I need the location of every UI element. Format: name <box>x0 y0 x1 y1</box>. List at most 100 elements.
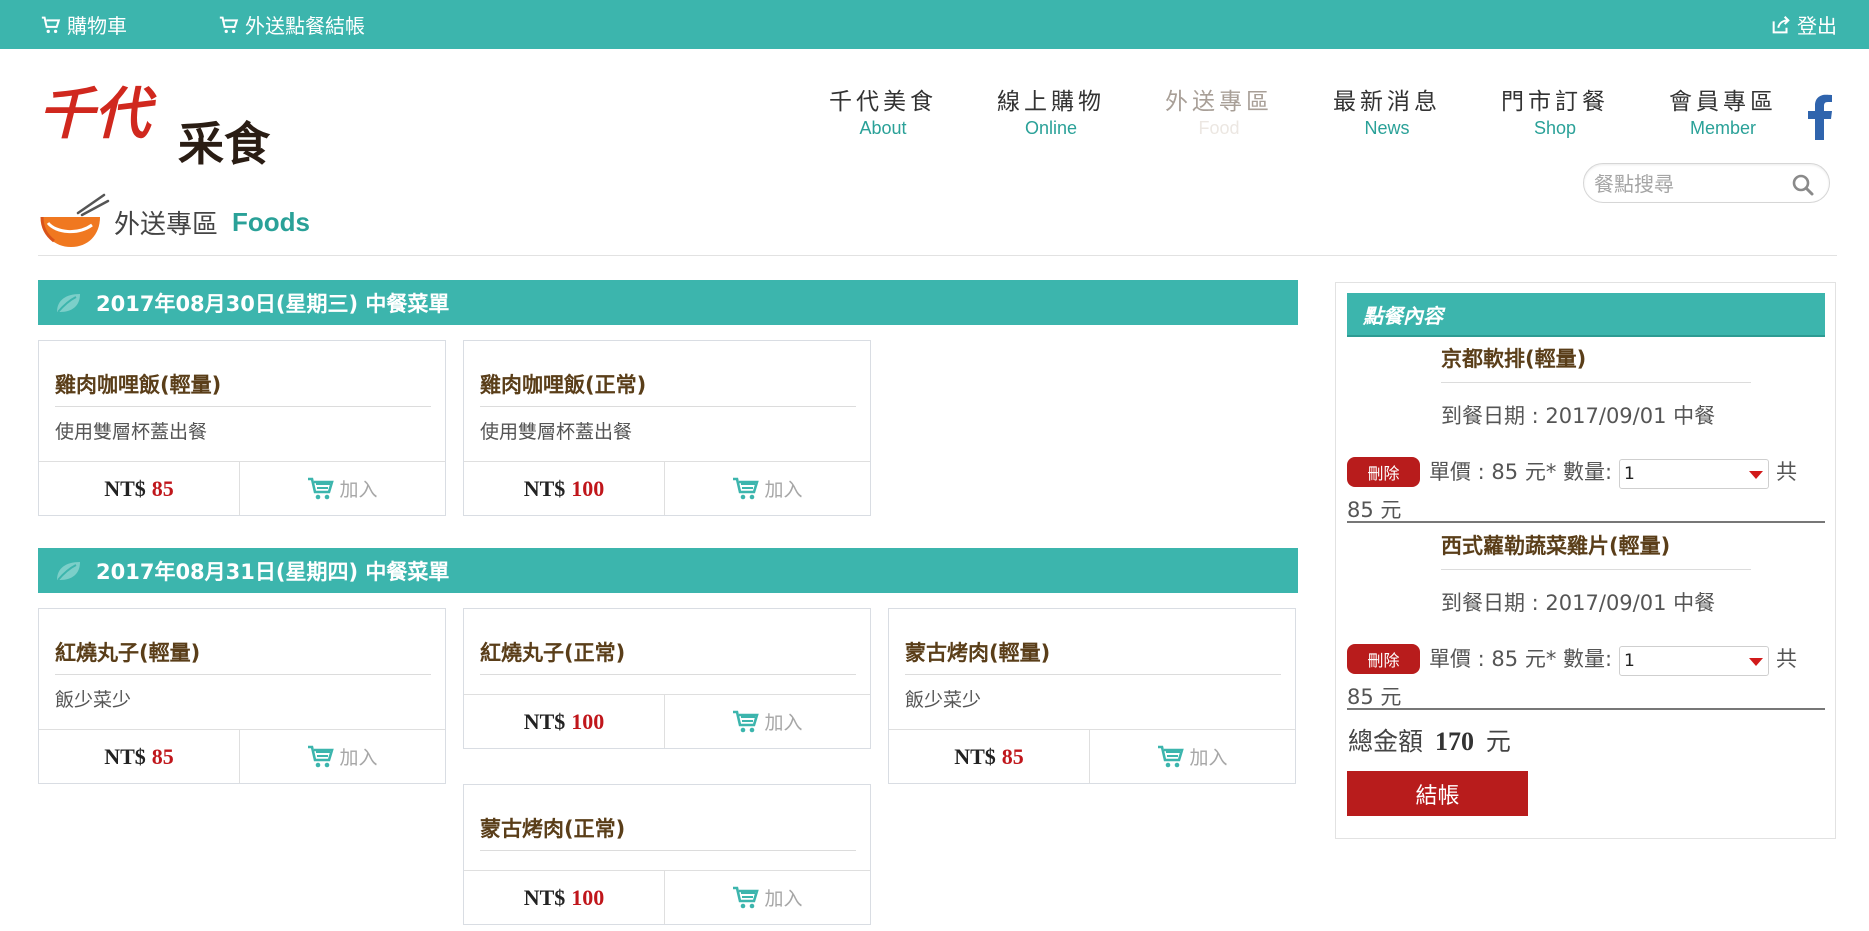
share-icon <box>1772 15 1790 33</box>
menu-card: 蒙古烤肉(正常) NT$ 100 加入 <box>463 784 871 925</box>
nav-news[interactable]: 最新消息 News <box>1332 88 1442 140</box>
day-title: 2017年08月31日(星期四) 中餐菜單 <box>96 559 450 584</box>
quantity-select[interactable]: 1 <box>1619 646 1769 676</box>
page-title-en: Foods <box>232 206 311 237</box>
delivery-date: 到餐日期 : 2017/09/01 中餐 <box>1441 591 1716 615</box>
currency: NT$ <box>104 475 146 501</box>
cart-link[interactable]: 購物車 <box>40 0 127 49</box>
item-price: NT$ 85 <box>39 462 240 515</box>
order-panel: 點餐內容 京都軟排(輕量) 到餐日期 : 2017/09/01 中餐 刪除 單價… <box>1335 282 1836 839</box>
add-to-cart-button[interactable]: 加入 <box>665 462 870 515</box>
price-value: 85 <box>151 743 174 769</box>
item-name: 紅燒丸子(輕量) <box>55 637 431 675</box>
delete-button[interactable]: 刪除 <box>1347 457 1420 487</box>
page-title: 外送專區 Foods <box>38 192 310 252</box>
nav-label-en: Online <box>1024 118 1078 138</box>
card-footer: NT$ 100 加入 <box>464 461 870 515</box>
item-name: 雞肉咖哩飯(正常) <box>480 369 856 407</box>
total-label: 總金額 <box>1348 727 1424 756</box>
nav-label-en: Shop <box>1533 118 1577 138</box>
card-footer: NT$ 100 加入 <box>464 870 870 924</box>
logout-link[interactable]: 登出 <box>1770 0 1837 49</box>
delivery-date: 到餐日期 : 2017/09/01 中餐 <box>1441 404 1716 428</box>
item-price: NT$ 85 <box>889 730 1090 783</box>
nav-label-en: News <box>1364 118 1410 138</box>
page-title-zh: 外送專區 <box>114 209 219 240</box>
logo-text-bottom: 采食 <box>178 117 271 168</box>
nav-member[interactable]: 會員專區 Member <box>1668 88 1778 140</box>
nav-label-en: Member <box>1689 118 1756 138</box>
search-input[interactable] <box>1594 170 1784 198</box>
card-footer: NT$ 85 加入 <box>39 729 445 783</box>
menu-card: 紅燒丸子(輕量) 飯少菜少 NT$ 85 加入 <box>38 608 446 784</box>
search-icon[interactable] <box>1791 173 1815 197</box>
nav-food[interactable]: 外送專區 Food <box>1164 88 1274 140</box>
add-to-cart-button[interactable]: 加入 <box>665 871 870 924</box>
card-footer: NT$ 85 加入 <box>39 461 445 515</box>
item-price: NT$ 100 <box>464 871 665 924</box>
total-prefix: 共 <box>1776 647 1797 671</box>
add-to-cart-button[interactable]: 加入 <box>240 730 445 783</box>
unit-price: 單價 : 85 元* 數量: <box>1429 647 1613 671</box>
checkout-button[interactable]: 結帳 <box>1347 771 1528 816</box>
menu-card: 蒙古烤肉(輕量) 飯少菜少 NT$ 85 加入 <box>888 608 1296 784</box>
nav-label-zh: 會員專區 <box>1669 89 1777 115</box>
delete-button[interactable]: 刪除 <box>1347 644 1420 674</box>
logout-label: 登出 <box>1797 14 1837 38</box>
day-header: 2017年08月31日(星期四) 中餐菜單 <box>38 548 1298 593</box>
menu-card: 雞肉咖哩飯(正常) 使用雙層杯蓋出餐 NT$ 100 加入 <box>463 340 871 516</box>
nav-label-zh: 門市訂餐 <box>1501 89 1609 115</box>
card-footer: NT$ 100 加入 <box>464 694 870 748</box>
nav-about[interactable]: 千代美食 About <box>828 88 938 140</box>
quantity-select[interactable]: 1 <box>1619 459 1769 489</box>
nav-label-zh: 線上購物 <box>997 89 1105 115</box>
price-value: 85 <box>151 475 174 501</box>
add-to-cart-button[interactable]: 加入 <box>665 695 870 748</box>
delivery-checkout-label: 外送點餐結帳 <box>245 14 365 38</box>
item-price: NT$ 100 <box>464 695 665 748</box>
top-bar: 購物車 外送點餐結帳 登出 <box>0 0 1869 49</box>
cart-icon <box>308 477 335 499</box>
cart-icon <box>733 710 760 732</box>
add-to-cart-button[interactable]: 加入 <box>240 462 445 515</box>
nav-shop[interactable]: 門市訂餐 Shop <box>1500 88 1610 140</box>
card-footer: NT$ 85 加入 <box>889 729 1295 783</box>
currency: NT$ <box>954 743 996 769</box>
nav-label-zh: 千代美食 <box>829 89 937 115</box>
currency: NT$ <box>523 475 566 501</box>
cart-icon <box>308 745 335 767</box>
item-name: 紅燒丸子(正常) <box>480 637 856 675</box>
order-panel-header: 點餐內容 <box>1347 293 1825 337</box>
add-to-cart-button[interactable]: 加入 <box>1090 730 1295 783</box>
add-label: 加入 <box>339 479 378 501</box>
cart-link-label: 購物車 <box>67 14 127 38</box>
add-label: 加入 <box>764 479 803 501</box>
nav-label-en: Food <box>1198 118 1240 138</box>
menu-card: 紅燒丸子(正常) NT$ 100 加入 <box>463 608 871 749</box>
add-label: 加入 <box>764 888 803 910</box>
day-header: 2017年08月30日(星期三) 中餐菜單 <box>38 280 1298 325</box>
bowl-icon <box>40 193 110 247</box>
total-unit: 元 <box>1485 727 1511 756</box>
nav-online[interactable]: 線上購物 Online <box>996 88 1106 140</box>
cart-item-name: 京都軟排(輕量) <box>1441 343 1751 383</box>
item-name: 雞肉咖哩飯(輕量) <box>55 369 431 407</box>
item-subtotal: 85 元 <box>1347 685 1402 709</box>
divider <box>38 255 1837 256</box>
menu-card: 雞肉咖哩飯(輕量) 使用雙層杯蓋出餐 NT$ 85 加入 <box>38 340 446 516</box>
total-amount: 170 <box>1434 727 1474 756</box>
delivery-checkout-link[interactable]: 外送點餐結帳 <box>218 0 365 49</box>
leaf-icon <box>57 561 80 581</box>
search-box <box>1583 163 1830 203</box>
facebook-icon[interactable] <box>1803 92 1835 140</box>
add-label: 加入 <box>1189 747 1228 769</box>
cart-item: 西式蘿勒蔬菜雞片(輕量) 到餐日期 : 2017/09/01 中餐 刪除 單價 … <box>1347 524 1825 710</box>
item-desc: 使用雙層杯蓋出餐 <box>55 421 208 443</box>
currency: NT$ <box>104 743 146 769</box>
item-desc: 使用雙層杯蓋出餐 <box>480 421 633 443</box>
currency: NT$ <box>523 884 566 910</box>
leaf-icon <box>57 293 80 313</box>
item-desc: 飯少菜少 <box>905 689 982 711</box>
nav-label-zh: 外送專區 <box>1165 89 1273 115</box>
site-logo[interactable]: 千代 采食 <box>38 78 288 168</box>
